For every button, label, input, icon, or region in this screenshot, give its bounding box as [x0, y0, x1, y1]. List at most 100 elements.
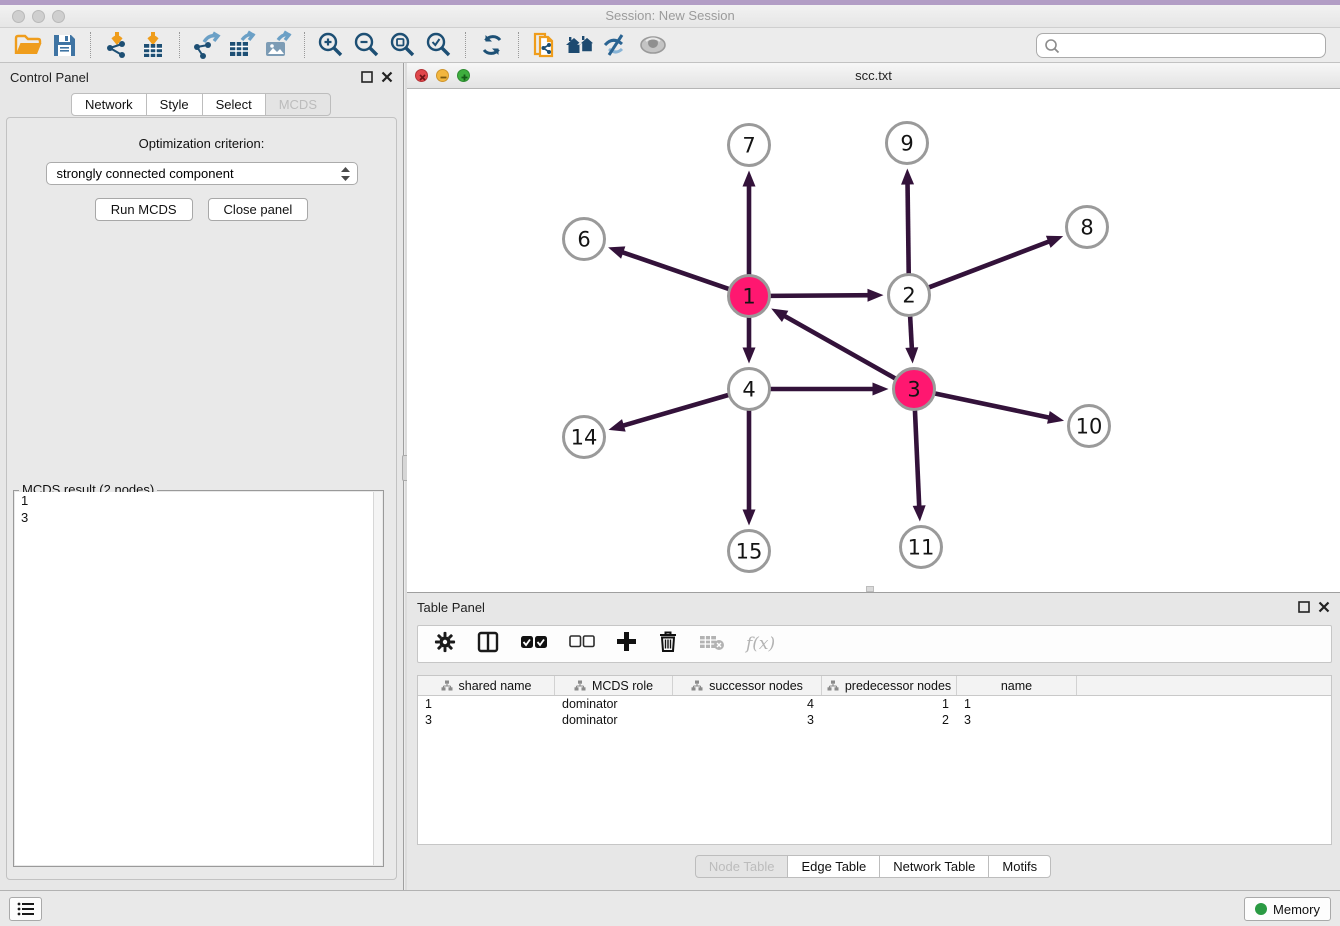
- tab-select[interactable]: Select: [202, 93, 266, 116]
- graph-edge[interactable]: [771, 383, 889, 396]
- zoom-selected-icon[interactable]: [421, 30, 457, 60]
- close-network-icon[interactable]: [415, 69, 428, 82]
- graph-edge[interactable]: [743, 318, 756, 364]
- memory-button[interactable]: Memory: [1244, 897, 1331, 921]
- cell-name: 1: [957, 696, 1077, 712]
- graph-edge[interactable]: [771, 309, 895, 379]
- network-canvas[interactable]: 7 9 6 8 1 2 4 3 14 10 15 11: [407, 89, 1340, 592]
- save-session-icon[interactable]: [46, 30, 82, 60]
- zoom-in-icon[interactable]: [313, 30, 349, 60]
- table-row[interactable]: 3 dominator 3 2 3: [418, 712, 1331, 728]
- tab-mcds[interactable]: MCDS: [265, 93, 331, 116]
- result-scrollbar[interactable]: [373, 492, 382, 865]
- export-network-icon[interactable]: [188, 30, 224, 60]
- column-header-predecessor-nodes[interactable]: predecessor nodes: [822, 676, 957, 695]
- graph-edge[interactable]: [608, 246, 729, 289]
- toolbar-separator: [179, 32, 180, 58]
- cell-successor-nodes: 4: [673, 696, 822, 712]
- hide-icon[interactable]: [599, 30, 635, 60]
- tab-motifs[interactable]: Motifs: [988, 855, 1051, 878]
- table-settings-gear-icon[interactable]: [434, 631, 456, 658]
- graph-edge[interactable]: [608, 395, 728, 432]
- graph-node-9[interactable]: 9: [887, 123, 928, 164]
- search-input[interactable]: [1061, 38, 1325, 53]
- app-titlebar: Session: New Session: [0, 5, 1340, 28]
- graph-node-2[interactable]: 2: [889, 275, 930, 316]
- deselect-all-icon[interactable]: [569, 635, 595, 653]
- open-session-icon[interactable]: [10, 30, 46, 60]
- tab-network[interactable]: Network: [71, 93, 147, 116]
- close-window-button[interactable]: [12, 10, 25, 23]
- network-titlebar[interactable]: scc.txt: [407, 63, 1340, 89]
- close-panel-icon[interactable]: [381, 71, 393, 83]
- graph-node-6[interactable]: 6: [564, 219, 605, 260]
- zoom-out-icon[interactable]: [349, 30, 385, 60]
- delete-column-icon[interactable]: [658, 630, 678, 658]
- graph-edge[interactable]: [905, 316, 918, 363]
- mcds-result-list[interactable]: 1 3: [15, 492, 382, 865]
- tab-network-table[interactable]: Network Table: [879, 855, 989, 878]
- table-row[interactable]: 1 dominator 4 1 1: [418, 696, 1331, 712]
- float-panel-icon[interactable]: [361, 71, 373, 83]
- search-box[interactable]: [1036, 33, 1326, 58]
- column-header-mcds-role[interactable]: MCDS role: [555, 676, 673, 695]
- criterion-select[interactable]: strongly connected component: [46, 162, 358, 185]
- control-panel: Control Panel Network Style Select MCDS …: [0, 63, 404, 890]
- graph-edge[interactable]: [770, 289, 883, 302]
- show-columns-icon[interactable]: [477, 631, 499, 658]
- tab-node-table[interactable]: Node Table: [695, 855, 789, 878]
- refresh-icon[interactable]: [474, 30, 510, 60]
- node-label: 2: [902, 284, 915, 308]
- column-header-successor-nodes[interactable]: successor nodes: [673, 676, 822, 695]
- add-column-icon[interactable]: [616, 631, 637, 657]
- maximize-window-button[interactable]: [52, 10, 65, 23]
- run-mcds-button[interactable]: Run MCDS: [95, 198, 193, 221]
- column-header-shared-name[interactable]: shared name: [418, 676, 555, 695]
- graph-node-14[interactable]: 14: [564, 417, 605, 458]
- graph-node-8[interactable]: 8: [1067, 207, 1108, 248]
- graph-edge[interactable]: [929, 236, 1063, 288]
- node-table: shared name MCDS role successor nodes pr…: [417, 675, 1332, 845]
- delete-table-icon[interactable]: [699, 633, 725, 656]
- graph-edge[interactable]: [743, 171, 756, 275]
- tab-edge-table[interactable]: Edge Table: [787, 855, 880, 878]
- graph-edge[interactable]: [743, 411, 756, 526]
- graph-node-11[interactable]: 11: [901, 527, 942, 568]
- table-tabs: Node Table Edge Table Network Table Moti…: [407, 855, 1340, 878]
- export-table-icon[interactable]: [224, 30, 260, 60]
- close-panel-button[interactable]: Close panel: [208, 198, 309, 221]
- close-table-panel-icon[interactable]: [1318, 601, 1330, 613]
- import-table-icon[interactable]: [135, 30, 171, 60]
- status-bar: Memory: [0, 890, 1340, 926]
- graph-node-10[interactable]: 10: [1069, 406, 1110, 447]
- zoom-network-icon[interactable]: [457, 69, 470, 82]
- minimize-window-button[interactable]: [32, 10, 45, 23]
- graph-node-7[interactable]: 7: [729, 125, 770, 166]
- control-panel-tabs: Network Style Select MCDS: [0, 93, 403, 116]
- graph-edge[interactable]: [901, 168, 914, 273]
- houses-icon[interactable]: [563, 30, 599, 60]
- show-icon[interactable]: [635, 30, 671, 60]
- float-table-panel-icon[interactable]: [1298, 601, 1310, 613]
- memory-label: Memory: [1273, 902, 1320, 917]
- export-image-icon[interactable]: [260, 30, 296, 60]
- control-panel-title: Control Panel: [10, 70, 361, 85]
- graph-node-15[interactable]: 15: [729, 531, 770, 572]
- graph-node-4[interactable]: 4: [729, 369, 770, 410]
- tab-style[interactable]: Style: [146, 93, 203, 116]
- zoom-fit-icon[interactable]: [385, 30, 421, 60]
- graph-node-3[interactable]: 3: [894, 369, 935, 410]
- graph-edge[interactable]: [935, 393, 1064, 423]
- function-builder-icon[interactable]: f(x): [746, 634, 775, 654]
- toolbar-separator: [518, 32, 519, 58]
- cell-shared-name: 1: [418, 696, 555, 712]
- column-header-name[interactable]: name: [957, 676, 1077, 695]
- graph-edge[interactable]: [913, 410, 926, 521]
- select-all-icon[interactable]: [520, 635, 548, 654]
- graph-node-1[interactable]: 1: [729, 276, 770, 317]
- clone-network-icon[interactable]: [527, 30, 563, 60]
- import-network-icon[interactable]: [99, 30, 135, 60]
- minimize-network-icon[interactable]: [436, 69, 449, 82]
- cell-successor-nodes: 3: [673, 712, 822, 728]
- task-history-button[interactable]: [9, 897, 42, 921]
